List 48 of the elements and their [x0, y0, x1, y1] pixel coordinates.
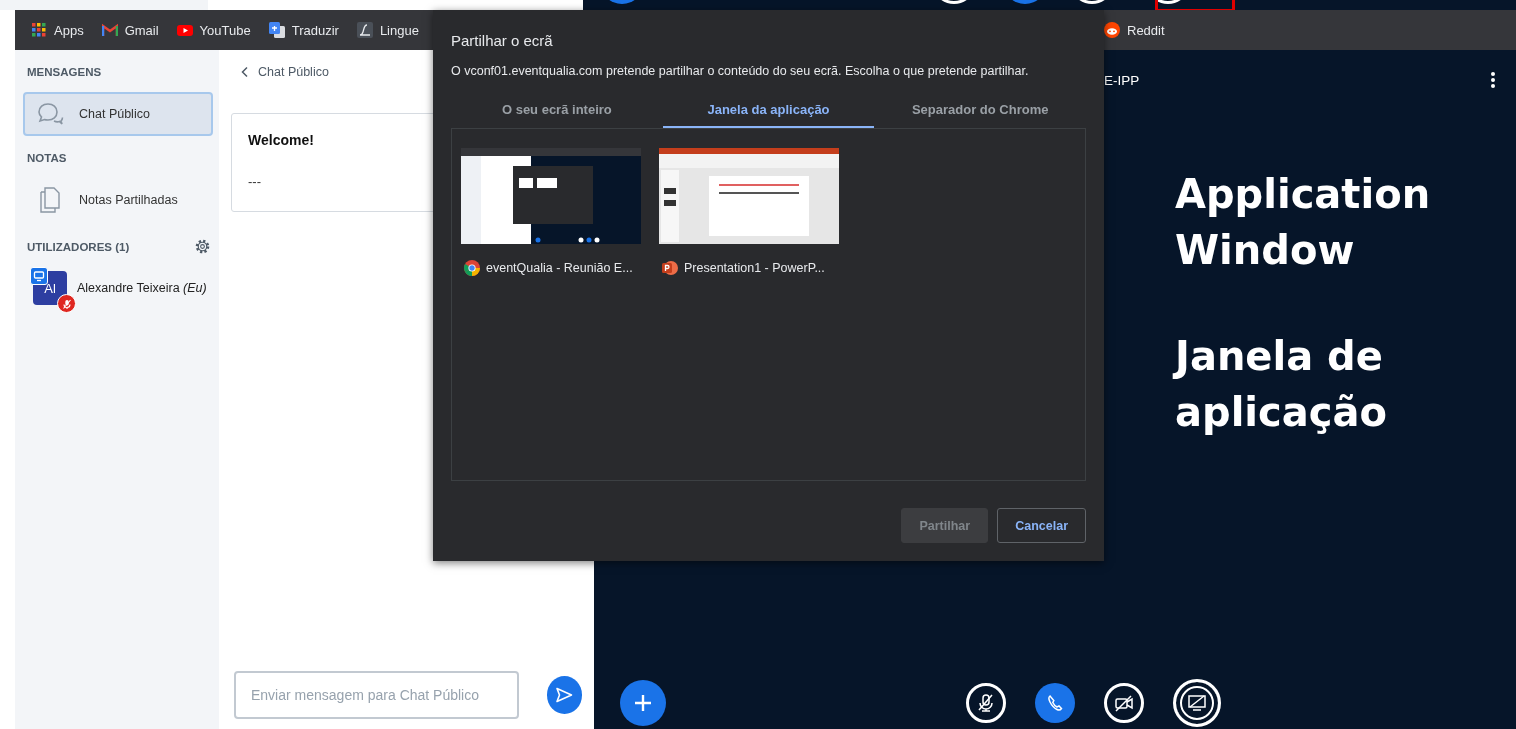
bookmark-link[interactable]: Lingue — [356, 22, 419, 38]
dialog-description: O vconf01.eventqualia.com pretende partilhar o conteúdo do seu ecrã. Escolha o que pretende partilhar. — [451, 64, 1030, 78]
dialog-title: Partilhar o ecrã — [451, 32, 554, 49]
more-options-icon[interactable] — [1490, 71, 1496, 89]
message-input[interactable]: Enviar mensagem para Chat Público — [234, 671, 519, 719]
bookmark-link[interactable]: YouTube — [176, 22, 251, 38]
tab[interactable]: Janela da aplicação — [662, 102, 875, 128]
video-off-button[interactable] — [1104, 683, 1144, 723]
cancel-button[interactable]: Cancelar — [997, 508, 1086, 543]
section-heading: NOTAS — [26, 151, 68, 166]
window-name: eventQualia - Reunião E... — [486, 261, 633, 275]
section-heading: MENSAGENS — [26, 65, 103, 80]
sidebar-item[interactable]: Notas Partilhadas — [23, 178, 213, 222]
bookmark-link[interactable]: Apps — [31, 22, 84, 38]
add-button[interactable] — [620, 680, 666, 726]
window-option[interactable]: eventQualia - Reunião E... — [461, 148, 641, 276]
sidebar-item[interactable]: Chat Público — [23, 92, 213, 136]
window-option[interactable]: Presentation1 - PowerP... — [659, 148, 839, 276]
tab[interactable]: Separador do Chrome — [874, 102, 1086, 128]
message-text: --- — [248, 174, 262, 189]
send-icon — [554, 685, 575, 705]
chevron-left-icon — [240, 66, 250, 78]
meeting-title: E-IPP — [1104, 72, 1141, 88]
bookmark-link[interactable]: Reddit — [1104, 22, 1165, 38]
mute-microphone-button[interactable] — [966, 683, 1006, 723]
message-title: Welcome! — [248, 132, 315, 148]
presentation-app-icon — [662, 260, 680, 276]
mail-icon — [101, 22, 118, 38]
bookmark-link[interactable]: Traduzir — [268, 22, 339, 38]
script-l-icon — [356, 22, 373, 38]
apps-grid-icon — [31, 22, 47, 38]
camera-off-icon — [1113, 692, 1135, 714]
settings-icon[interactable] — [194, 238, 211, 255]
send-button[interactable] — [546, 676, 582, 714]
phone-button[interactable] — [1035, 683, 1075, 723]
bookmark-link[interactable]: Gmail — [101, 22, 159, 38]
browser-logo-icon — [464, 260, 482, 276]
screen-icon — [1186, 692, 1208, 714]
play-icon — [176, 22, 193, 38]
translate-icon — [268, 22, 285, 38]
annotation-text: Application Window — [1175, 170, 1432, 275]
window-name: Presentation1 - PowerP... — [684, 261, 825, 275]
plus-icon — [632, 692, 654, 714]
tab[interactable]: O seu ecrã inteiro — [451, 102, 663, 128]
share-screen-button[interactable] — [1173, 679, 1221, 727]
user-name: Alexandre Teixeira (Eu) — [77, 281, 207, 295]
alien-icon — [1104, 22, 1120, 38]
section-heading: UTILIZADORES (1) — [26, 239, 131, 255]
